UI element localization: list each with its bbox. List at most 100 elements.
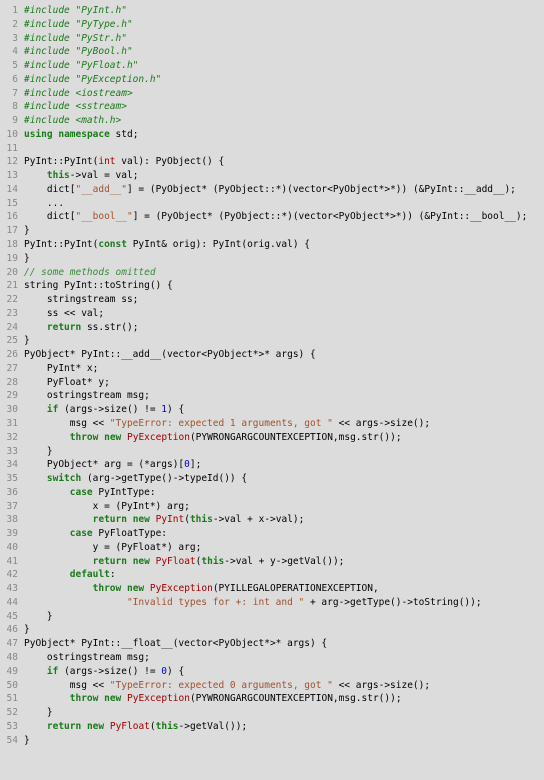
line-number: 6 [0, 73, 18, 87]
code-content: } [18, 252, 30, 266]
code-line: 49 if (args->size() != 0) { [0, 665, 538, 679]
code-content: msg << "TypeError: expected 1 arguments,… [18, 417, 430, 431]
line-number: 17 [0, 224, 18, 238]
line-number: 34 [0, 458, 18, 472]
code-line: 53 return new PyFloat(this->getVal()); [0, 720, 538, 734]
line-number: 21 [0, 279, 18, 293]
code-content: #include "PyStr.h" [18, 32, 127, 46]
line-number: 37 [0, 500, 18, 514]
code-line: 52 } [0, 706, 538, 720]
line-number: 9 [0, 114, 18, 128]
code-content: using namespace std; [18, 128, 138, 142]
code-line: 35 switch (arg->getType()->typeId()) { [0, 472, 538, 486]
code-line: 8#include <sstream> [0, 100, 538, 114]
code-listing: 1#include "PyInt.h"2#include "PyType.h"3… [0, 0, 544, 755]
code-line: 18PyInt::PyInt(const PyInt& orig): PyInt… [0, 238, 538, 252]
line-number: 15 [0, 197, 18, 211]
code-content: #include <math.h> [18, 114, 121, 128]
code-line: 12PyInt::PyInt(int val): PyObject() { [0, 155, 538, 169]
line-number: 47 [0, 637, 18, 651]
line-number: 14 [0, 183, 18, 197]
code-line: 4#include "PyBool.h" [0, 45, 538, 59]
line-number: 11 [0, 142, 18, 156]
code-content: x = (PyInt*) arg; [18, 500, 190, 514]
line-number: 2 [0, 18, 18, 32]
line-number: 19 [0, 252, 18, 266]
code-line: 30 if (args->size() != 1) { [0, 403, 538, 417]
code-line: 25} [0, 334, 538, 348]
line-number: 24 [0, 321, 18, 335]
line-number: 48 [0, 651, 18, 665]
line-number: 42 [0, 568, 18, 582]
line-number: 32 [0, 431, 18, 445]
code-line: 32 throw new PyException(PYWRONGARGCOUNT… [0, 431, 538, 445]
code-content: } [18, 445, 53, 459]
line-number: 38 [0, 513, 18, 527]
line-number: 25 [0, 334, 18, 348]
line-number: 53 [0, 720, 18, 734]
code-content: "Invalid types for +: int and " + arg->g… [18, 596, 482, 610]
code-content: PyObject* PyInt::__add__(vector<PyObject… [18, 348, 316, 362]
code-line: 45 } [0, 610, 538, 624]
code-line: 42 default: [0, 568, 538, 582]
line-number: 4 [0, 45, 18, 59]
code-line: 21string PyInt::toString() { [0, 279, 538, 293]
line-number: 13 [0, 169, 18, 183]
code-content: } [18, 334, 30, 348]
code-content: throw new PyException(PYWRONGARGCOUNTEXC… [18, 692, 402, 706]
line-number: 54 [0, 734, 18, 748]
code-line: 51 throw new PyException(PYWRONGARGCOUNT… [0, 692, 538, 706]
code-line: 1#include "PyInt.h" [0, 4, 538, 18]
line-number: 23 [0, 307, 18, 321]
code-content: } [18, 224, 30, 238]
code-line: 7#include <iostream> [0, 87, 538, 101]
code-line: 37 x = (PyInt*) arg; [0, 500, 538, 514]
code-line: 34 PyObject* arg = (*args)[0]; [0, 458, 538, 472]
code-line: 50 msg << "TypeError: expected 0 argumen… [0, 679, 538, 693]
line-number: 31 [0, 417, 18, 431]
code-content: // some methods omitted [18, 266, 156, 280]
line-number: 10 [0, 128, 18, 142]
code-line: 40 y = (PyFloat*) arg; [0, 541, 538, 555]
line-number: 22 [0, 293, 18, 307]
code-content: #include <iostream> [18, 87, 133, 101]
line-number: 18 [0, 238, 18, 252]
line-number: 43 [0, 582, 18, 596]
code-line: 43 throw new PyException(PYILLEGALOPERAT… [0, 582, 538, 596]
code-line: 26PyObject* PyInt::__add__(vector<PyObje… [0, 348, 538, 362]
code-content: } [18, 610, 53, 624]
code-content: msg << "TypeError: expected 0 arguments,… [18, 679, 430, 693]
code-line: 39 case PyFloatType: [0, 527, 538, 541]
code-content: case PyFloatType: [18, 527, 167, 541]
code-content: stringstream ss; [18, 293, 138, 307]
code-content: y = (PyFloat*) arg; [18, 541, 201, 555]
line-number: 33 [0, 445, 18, 459]
code-line: 10using namespace std; [0, 128, 538, 142]
code-line: 38 return new PyInt(this->val + x->val); [0, 513, 538, 527]
code-content: dict["__bool__"] = (PyObject* (PyObject:… [18, 210, 527, 224]
line-number: 3 [0, 32, 18, 46]
code-line: 29 ostringstream msg; [0, 389, 538, 403]
code-line: 24 return ss.str(); [0, 321, 538, 335]
line-number: 35 [0, 472, 18, 486]
line-number: 51 [0, 692, 18, 706]
code-content: throw new PyException(PYWRONGARGCOUNTEXC… [18, 431, 402, 445]
code-content: PyObject* PyInt::__float__(vector<PyObje… [18, 637, 327, 651]
code-line: 28 PyFloat* y; [0, 376, 538, 390]
line-number: 45 [0, 610, 18, 624]
code-content: string PyInt::toString() { [18, 279, 173, 293]
code-content: default: [18, 568, 116, 582]
code-line: 5#include "PyFloat.h" [0, 59, 538, 73]
code-content: } [18, 734, 30, 748]
code-content: PyObject* arg = (*args)[0]; [18, 458, 201, 472]
code-line: 41 return new PyFloat(this->val + y->get… [0, 555, 538, 569]
code-content: #include "PyBool.h" [18, 45, 133, 59]
code-content: #include "PyException.h" [18, 73, 161, 87]
code-line: 13 this->val = val; [0, 169, 538, 183]
code-content: switch (arg->getType()->typeId()) { [18, 472, 247, 486]
code-content: return new PyFloat(this->val + y->getVal… [18, 555, 344, 569]
code-line: 19} [0, 252, 538, 266]
line-number: 49 [0, 665, 18, 679]
code-line: 23 ss << val; [0, 307, 538, 321]
code-content: #include <sstream> [18, 100, 127, 114]
